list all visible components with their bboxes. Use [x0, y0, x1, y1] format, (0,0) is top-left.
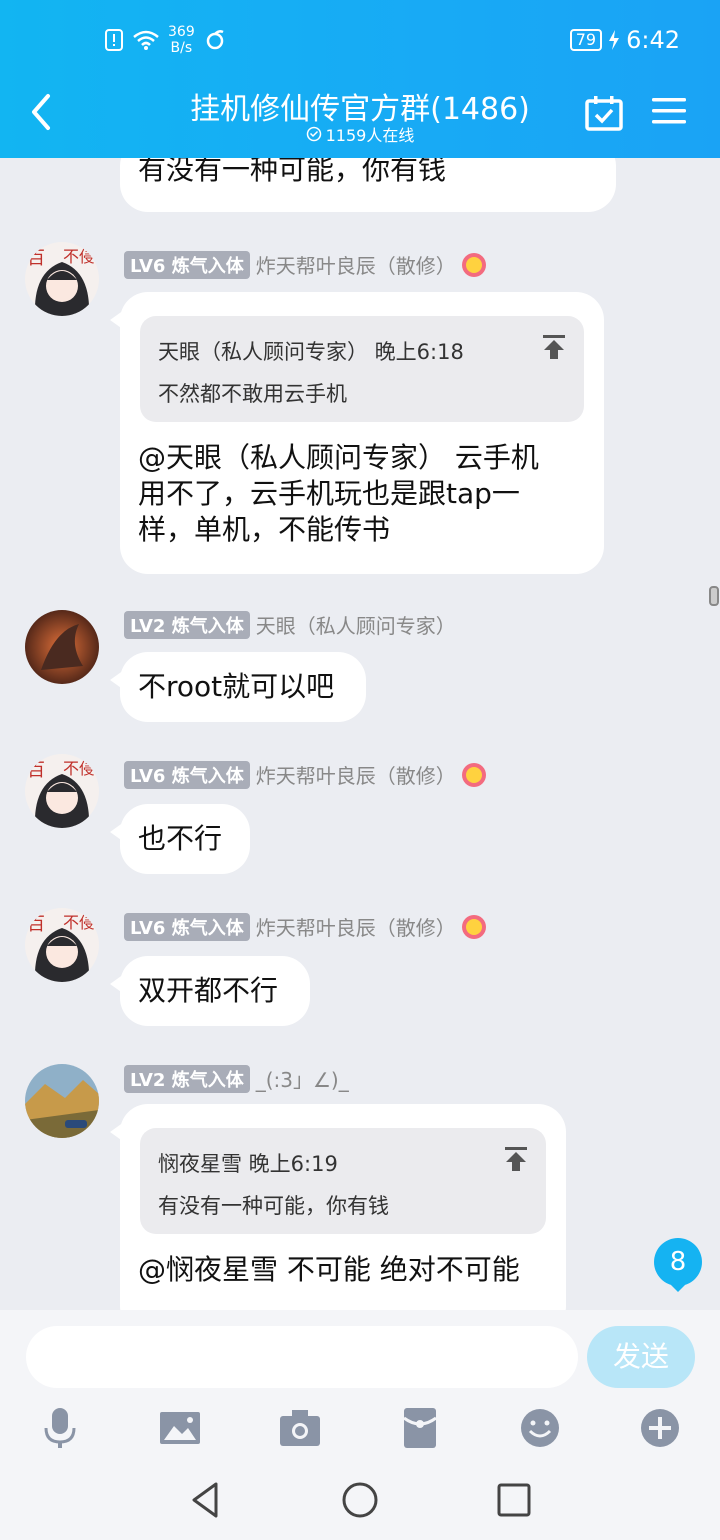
- clock: 6:42: [626, 26, 680, 54]
- send-button[interactable]: 发送: [587, 1326, 695, 1388]
- avatar[interactable]: [25, 1064, 99, 1138]
- smile-badge-icon: [461, 914, 486, 939]
- level-badge: LV6 炼气入体: [124, 912, 250, 941]
- sender-name[interactable]: 炸天帮叶良辰（散修）: [256, 250, 456, 279]
- smile-badge-icon: [461, 252, 486, 277]
- alert-icon: [105, 29, 123, 51]
- message-text: @悯夜星雪 不可能 绝对不可能: [138, 1253, 520, 1286]
- net-speed-unit: B/s: [170, 40, 193, 56]
- calendar-check-icon[interactable]: [584, 94, 624, 132]
- message-bubble[interactable]: 双开都不行: [110, 956, 310, 1026]
- message-bubble[interactable]: 不root就可以吧: [110, 652, 366, 722]
- online-count-text: 1159人在线: [325, 126, 415, 145]
- net-speed: 369 B/s: [168, 24, 195, 56]
- sender-name[interactable]: 炸天帮叶良辰（散修）: [256, 912, 456, 941]
- camera-icon[interactable]: [278, 1406, 322, 1450]
- svg-text:百: 百: [27, 248, 45, 269]
- level-badge: LV2 炼气入体: [124, 1064, 250, 1093]
- sender-row: LV6 炼气入体 炸天帮叶良辰（散修）: [124, 250, 486, 279]
- plus-icon[interactable]: [638, 1406, 682, 1450]
- quote-text: 不然都不敢用云手机: [158, 382, 347, 406]
- input-bar: 发送: [0, 1310, 720, 1462]
- emoji-icon[interactable]: [518, 1406, 562, 1450]
- charging-icon: [609, 30, 620, 50]
- bubble-tail: [110, 1122, 124, 1142]
- header: 369 B/s 79 6:42 挂机修仙传官方群(1486) 1159人在线: [0, 0, 720, 158]
- message-bubble[interactable]: 也不行: [110, 804, 250, 874]
- back-icon[interactable]: [26, 92, 56, 132]
- nav-back-icon[interactable]: [186, 1480, 226, 1520]
- sender-row: LV2 炼气入体 天眼（私人顾问专家）: [124, 610, 456, 639]
- message-input[interactable]: [26, 1326, 578, 1388]
- avatar-anime-girl: 百 不侵: [25, 242, 99, 316]
- online-check-icon: [306, 126, 321, 142]
- bubble-tail: [110, 310, 124, 330]
- sender-name[interactable]: 天眼（私人顾问专家）: [256, 610, 456, 639]
- avatar[interactable]: 百 不侵: [25, 754, 99, 828]
- svg-text:不侵: 不侵: [63, 759, 95, 778]
- message-line: 样，单机，不能传书: [138, 513, 391, 546]
- quoted-reply[interactable]: 天眼（私人顾问专家） 晚上6:18 不然都不敢用云手机: [140, 316, 584, 422]
- level-badge: LV2 炼气入体: [124, 610, 250, 639]
- toolbar: [0, 1406, 720, 1450]
- bubble-tail: [110, 822, 124, 842]
- level-badge: LV6 炼气入体: [124, 250, 250, 279]
- sender-row: LV6 炼气入体 炸天帮叶良辰（散修）: [124, 912, 486, 941]
- smile-badge-icon: [461, 762, 486, 787]
- level-badge: LV6 炼气入体: [124, 760, 250, 789]
- avatar-landscape-car: [25, 1064, 99, 1138]
- red-packet-icon[interactable]: [398, 1406, 442, 1450]
- message-bubble[interactable]: 天眼（私人顾问专家） 晚上6:18 不然都不敢用云手机 @天眼（私人顾问专家） …: [110, 292, 604, 574]
- sender-row: LV6 炼气入体 炸天帮叶良辰（散修）: [124, 760, 486, 789]
- avatar[interactable]: [25, 610, 99, 684]
- nav-recents-icon[interactable]: [494, 1480, 534, 1520]
- message-line: 用不了，云手机玩也是跟tap一: [138, 477, 520, 510]
- battery-indicator: 79: [569, 29, 603, 51]
- bubble-tail: [110, 974, 124, 994]
- unread-arrow-icon: [670, 1284, 686, 1292]
- sync-icon: [206, 30, 224, 50]
- svg-text:不侵: 不侵: [63, 913, 95, 932]
- sender-name[interactable]: 炸天帮叶良辰（散修）: [256, 760, 456, 789]
- message-bubble[interactable]: 悯夜星雪 晚上6:19 有没有一种可能，你有钱 @悯夜星雪 不可能 绝对不可能: [110, 1104, 566, 1310]
- svg-text:不侵: 不侵: [63, 247, 95, 266]
- scrollbar-thumb[interactable]: [709, 586, 719, 606]
- bubble-tail: [110, 670, 124, 690]
- avatar[interactable]: 百 不侵: [25, 242, 99, 316]
- message-text: 也不行: [138, 822, 223, 855]
- unread-count-badge[interactable]: 8: [654, 1238, 702, 1286]
- mic-icon[interactable]: [38, 1406, 82, 1450]
- wifi-icon: [133, 30, 159, 50]
- quote-author: 天眼（私人顾问专家） 晚上6:18: [158, 340, 464, 364]
- status-left: 369 B/s: [104, 24, 227, 56]
- quote-text: 有没有一种可能，你有钱: [158, 1194, 389, 1218]
- image-icon[interactable]: [158, 1406, 202, 1450]
- svg-text:百: 百: [27, 914, 45, 935]
- nav-home-icon[interactable]: [340, 1480, 380, 1520]
- jump-to-top-icon[interactable]: [504, 1146, 528, 1172]
- avatar-anime-girl: 百 不侵: [25, 754, 99, 828]
- menu-icon[interactable]: [652, 96, 686, 126]
- sender-name[interactable]: _(:3」∠)_: [256, 1064, 349, 1093]
- online-count: 1159人在线: [200, 122, 520, 146]
- message-text: 双开都不行: [138, 974, 279, 1007]
- net-speed-value: 369: [168, 24, 195, 40]
- jump-to-top-icon[interactable]: [542, 334, 566, 360]
- avatar-dragon: [25, 610, 99, 684]
- message-text: 有没有一种可能，你有钱: [138, 158, 447, 186]
- message-text: 不root就可以吧: [138, 670, 335, 703]
- message-text: @天眼（私人顾问专家） 云手机 用不了，云手机玩也是跟tap一 样，单机，不能传…: [138, 440, 539, 548]
- avatar-anime-girl: 百 不侵: [25, 908, 99, 982]
- message-line: @天眼（私人顾问专家） 云手机: [138, 441, 539, 474]
- message-bubble[interactable]: 有没有一种可能，你有钱: [120, 158, 616, 212]
- chat-area[interactable]: 有没有一种可能，你有钱 百 不侵 LV6 炼气入体 炸天帮叶良辰（散修） 天眼（…: [0, 158, 720, 1310]
- quoted-reply[interactable]: 悯夜星雪 晚上6:19 有没有一种可能，你有钱: [140, 1128, 546, 1234]
- svg-text:百: 百: [27, 760, 45, 781]
- quote-author: 悯夜星雪 晚上6:19: [158, 1152, 338, 1176]
- status-right: 79 6:42: [569, 26, 680, 54]
- avatar[interactable]: 百 不侵: [25, 908, 99, 982]
- system-nav-bar: [0, 1462, 720, 1540]
- sender-row: LV2 炼气入体 _(:3」∠)_: [124, 1064, 349, 1093]
